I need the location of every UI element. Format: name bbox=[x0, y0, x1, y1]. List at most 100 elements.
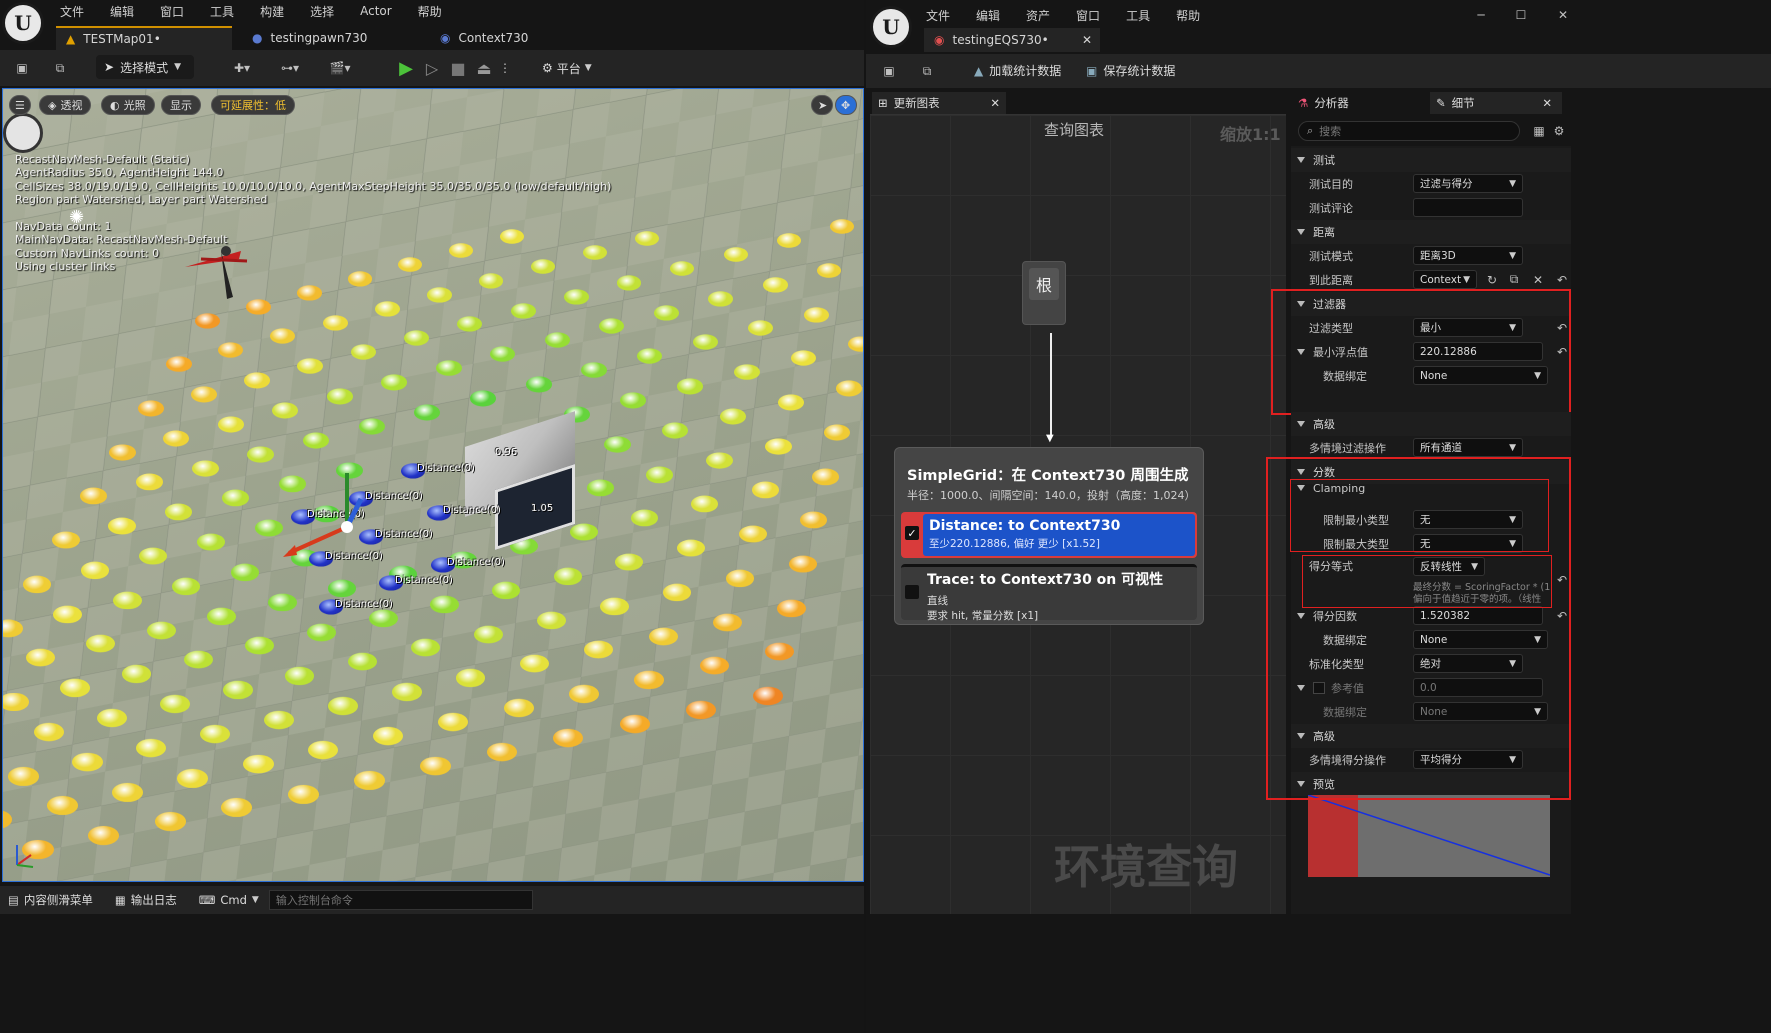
trace-test-title: Trace: to Context730 on 可视性 bbox=[927, 572, 1164, 588]
lighting-button[interactable]: ◐ 光照 bbox=[101, 95, 155, 115]
platform-menu[interactable]: ⚙ 平台 ▼ bbox=[542, 57, 592, 79]
menu-tools[interactable]: 工具 bbox=[1126, 7, 1150, 24]
distance-label: Distance(0) bbox=[395, 575, 453, 586]
more-icon[interactable]: ⋮ bbox=[498, 56, 512, 80]
blueprint-menu-icon[interactable]: ⊶▾ bbox=[272, 56, 308, 80]
details-tab[interactable]: ✎ 细节 ✕ bbox=[1430, 92, 1562, 114]
perspective-button[interactable]: ◈ 透视 bbox=[39, 95, 92, 115]
section-advanced[interactable]: 高级 bbox=[1291, 412, 1571, 436]
test-comment-input[interactable] bbox=[1413, 198, 1523, 217]
menu-select[interactable]: 选择 bbox=[310, 3, 334, 20]
distance-to-dropdown[interactable]: Context ▼ bbox=[1413, 270, 1477, 289]
profiler-icon: ⚗ bbox=[1298, 96, 1309, 110]
select-mode-icon: ➤ bbox=[104, 60, 115, 74]
browse-asset-icon[interactable]: ⧉ bbox=[1506, 270, 1522, 289]
graph-icon: ⊞ bbox=[878, 96, 888, 110]
menu-edit[interactable]: 编辑 bbox=[110, 3, 134, 20]
level-viewport[interactable]: 0.96 1.05 Distance(0) Distance(0) Distance… bbox=[2, 88, 864, 882]
load-icon: ▲ bbox=[974, 63, 984, 78]
skylight-icon[interactable] bbox=[3, 113, 43, 153]
ue-logo[interactable]: U bbox=[870, 6, 912, 48]
content-drawer-button[interactable]: ▤ 内容侧滑菜单 bbox=[8, 892, 93, 908]
test-mode-dropdown[interactable]: 距离3D ▼ bbox=[1413, 246, 1523, 265]
cinematics-icon[interactable]: 🎬▾ bbox=[322, 56, 358, 80]
save-icon[interactable]: ▣ bbox=[10, 56, 34, 80]
menu-help[interactable]: 帮助 bbox=[1176, 7, 1200, 24]
tab-eqs[interactable]: ◉ testingEQS730• ✕ bbox=[924, 28, 1100, 52]
viewport-options-button[interactable]: ☰ bbox=[9, 95, 31, 115]
menu-window[interactable]: 窗口 bbox=[160, 3, 184, 20]
multi-filter-dropdown[interactable]: 所有通道 ▼ bbox=[1413, 438, 1523, 457]
maximize-button[interactable]: ☐ bbox=[1510, 6, 1532, 24]
use-selected-icon[interactable]: ↻ bbox=[1484, 270, 1500, 289]
profiler-tab[interactable]: ⚗ 分析器 bbox=[1292, 92, 1430, 114]
clear-icon[interactable]: ✕ bbox=[1530, 270, 1546, 289]
tab-testingpawn[interactable]: ● testingpawn730 bbox=[252, 26, 367, 50]
menu-edit[interactable]: 编辑 bbox=[976, 7, 1000, 24]
drawer-icon: ▤ bbox=[8, 893, 19, 907]
distance-test-detail: 至少220.12886, 偏好 更少 [x1.52] bbox=[929, 538, 1100, 550]
test-checkbox[interactable] bbox=[905, 585, 919, 599]
graph-tab[interactable]: ⊞ 更新图表 ✕ bbox=[872, 92, 1006, 114]
graph-connector bbox=[1050, 333, 1052, 437]
section-distance[interactable]: 距离 bbox=[1291, 220, 1571, 244]
menu-asset[interactable]: 资产 bbox=[1026, 7, 1050, 24]
close-tab-icon[interactable]: ✕ bbox=[1082, 33, 1092, 47]
close-tab-icon[interactable]: ✕ bbox=[990, 96, 1000, 110]
root-node[interactable]: 根 bbox=[1022, 261, 1066, 325]
browse-icon[interactable]: ⧉ bbox=[48, 56, 72, 80]
highlight-clamping bbox=[1290, 479, 1549, 552]
scalability-badge[interactable]: 可延展性：低 bbox=[211, 95, 295, 115]
test-node-distance[interactable]: ✓ Distance: to Context730 至少220.12886, 偏… bbox=[901, 512, 1197, 558]
log-icon: ▦ bbox=[114, 893, 126, 907]
close-window-button[interactable]: ✕ bbox=[1552, 6, 1574, 24]
test-purpose-dropdown[interactable]: 过滤与得分 ▼ bbox=[1413, 174, 1523, 193]
tab-testmap[interactable]: ▲ TESTMap01• bbox=[56, 26, 232, 50]
section-test[interactable]: 测试 bbox=[1291, 148, 1571, 172]
settings-icon[interactable]: ⚙ bbox=[1550, 121, 1568, 141]
menu-build[interactable]: 构建 bbox=[260, 3, 284, 20]
show-button[interactable]: 显示 bbox=[161, 95, 201, 115]
console-input[interactable] bbox=[268, 890, 533, 910]
menu-window[interactable]: 窗口 bbox=[1076, 7, 1100, 24]
generator-node[interactable]: SimpleGrid：在 Context730 周围生成 半径：1000.0、间… bbox=[894, 447, 1204, 625]
ue-logo[interactable]: U bbox=[2, 2, 44, 44]
terminal-icon: ⌨ bbox=[198, 893, 216, 907]
save-icon[interactable]: ▣ bbox=[878, 60, 900, 82]
menu-actor[interactable]: Actor bbox=[360, 4, 392, 18]
minimize-button[interactable]: ─ bbox=[1470, 6, 1492, 24]
save-stats-button[interactable]: ▣ 保存统计数据 bbox=[1086, 62, 1175, 79]
save-stats-icon: ▣ bbox=[1086, 63, 1098, 78]
menu-tools[interactable]: 工具 bbox=[210, 3, 234, 20]
mode-selector[interactable]: ➤ 选择模式 ▼ bbox=[96, 55, 194, 79]
distance-label: Distance(0) bbox=[335, 599, 393, 610]
menu-file[interactable]: 文件 bbox=[60, 3, 84, 20]
transform-gizmo[interactable] bbox=[281, 469, 391, 579]
close-tab-icon[interactable]: ✕ bbox=[1542, 96, 1552, 110]
select-tool-button[interactable]: ➤ bbox=[811, 95, 833, 115]
load-stats-button[interactable]: ▲ 加载统计数据 bbox=[974, 62, 1061, 79]
eject-button[interactable]: ⏏ bbox=[472, 56, 496, 80]
menu-help[interactable]: 帮助 bbox=[418, 3, 442, 20]
details-search[interactable]: ⌕ 搜索 bbox=[1298, 121, 1520, 141]
test-checkbox[interactable]: ✓ bbox=[905, 526, 919, 540]
blueprint-icon: ● bbox=[252, 31, 263, 45]
graph-title: 查询图表 bbox=[1044, 121, 1105, 139]
step-button[interactable]: ▷ bbox=[420, 56, 444, 80]
output-log-button[interactable]: ▦ 输出日志 bbox=[115, 892, 177, 908]
reset-icon[interactable]: ↶ bbox=[1554, 270, 1570, 289]
add-actor-icon[interactable]: ✚▾ bbox=[224, 56, 260, 80]
navmesh-info: RecastNavMesh-Default (Static) AgentRadi… bbox=[15, 153, 612, 207]
generator-subtitle: 半径：1000.0、间隔空间：140.0，投射（高度：1,024） bbox=[907, 489, 1196, 502]
level-icon: ▲ bbox=[66, 32, 76, 46]
test-node-trace[interactable]: Trace: to Context730 on 可视性 直线 要求 hit, 常… bbox=[901, 564, 1197, 622]
browse-icon[interactable]: ⧉ bbox=[916, 60, 938, 82]
play-button[interactable]: ▶ bbox=[394, 56, 418, 80]
cmd-selector[interactable]: ⌨ Cmd ▼ bbox=[199, 893, 259, 907]
graph-canvas[interactable]: 查询图表 缩放1:1 根 ▼ SimpleGrid：在 Context730 周… bbox=[870, 114, 1286, 914]
move-tool-button[interactable]: ✥ bbox=[835, 95, 857, 115]
stop-button[interactable]: ■ bbox=[446, 56, 470, 80]
tab-context[interactable]: ◉ Context730 bbox=[440, 26, 528, 50]
menu-file[interactable]: 文件 bbox=[926, 7, 950, 24]
table-view-icon[interactable]: ▦ bbox=[1530, 121, 1548, 141]
